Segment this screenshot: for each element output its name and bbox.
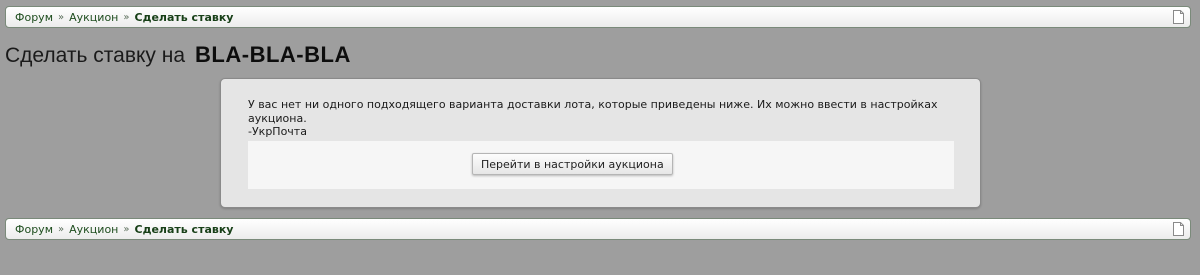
breadcrumb-link-forum[interactable]: Форум: [15, 223, 53, 236]
breadcrumb-top: Форум » Аукцион » Сделать ставку: [5, 6, 1191, 28]
delivery-option: -УкрПочта: [248, 125, 307, 138]
page-title-item-name: BLA-BLA-BLA: [195, 42, 351, 67]
breadcrumb-link-forum[interactable]: Форум: [15, 11, 53, 24]
delivery-warning-panel: У вас нет ни одного подходящего варианта…: [220, 78, 981, 208]
breadcrumb-separator: »: [58, 223, 65, 235]
breadcrumb-separator: »: [58, 11, 65, 23]
breadcrumb-separator: »: [123, 11, 130, 23]
warning-text-line: У вас нет ни одного подходящего варианта…: [248, 98, 938, 111]
breadcrumb-current: Сделать ставку: [134, 10, 234, 24]
warning-text-line: аукциона.: [248, 111, 307, 125]
page-title-prefix: Сделать ставку на: [5, 44, 186, 67]
auction-settings-button[interactable]: Перейти в настройки аукциона: [472, 153, 673, 175]
page-icon[interactable]: [1173, 222, 1184, 236]
breadcrumb-link-auction[interactable]: Аукцион: [69, 11, 118, 24]
breadcrumb-link-auction[interactable]: Аукцион: [69, 223, 118, 236]
breadcrumb-current: Сделать ставку: [134, 222, 234, 236]
page-icon[interactable]: [1173, 10, 1184, 24]
breadcrumb-bottom: Форум » Аукцион » Сделать ставку: [5, 218, 1191, 240]
page-title: Сделать ставку на BLA-BLA-BLA: [5, 42, 351, 68]
breadcrumb-separator: »: [123, 223, 130, 235]
action-area: Перейти в настройки аукциона: [248, 141, 954, 189]
delivery-warning-message: У вас нет ни одного подходящего варианта…: [248, 98, 948, 139]
